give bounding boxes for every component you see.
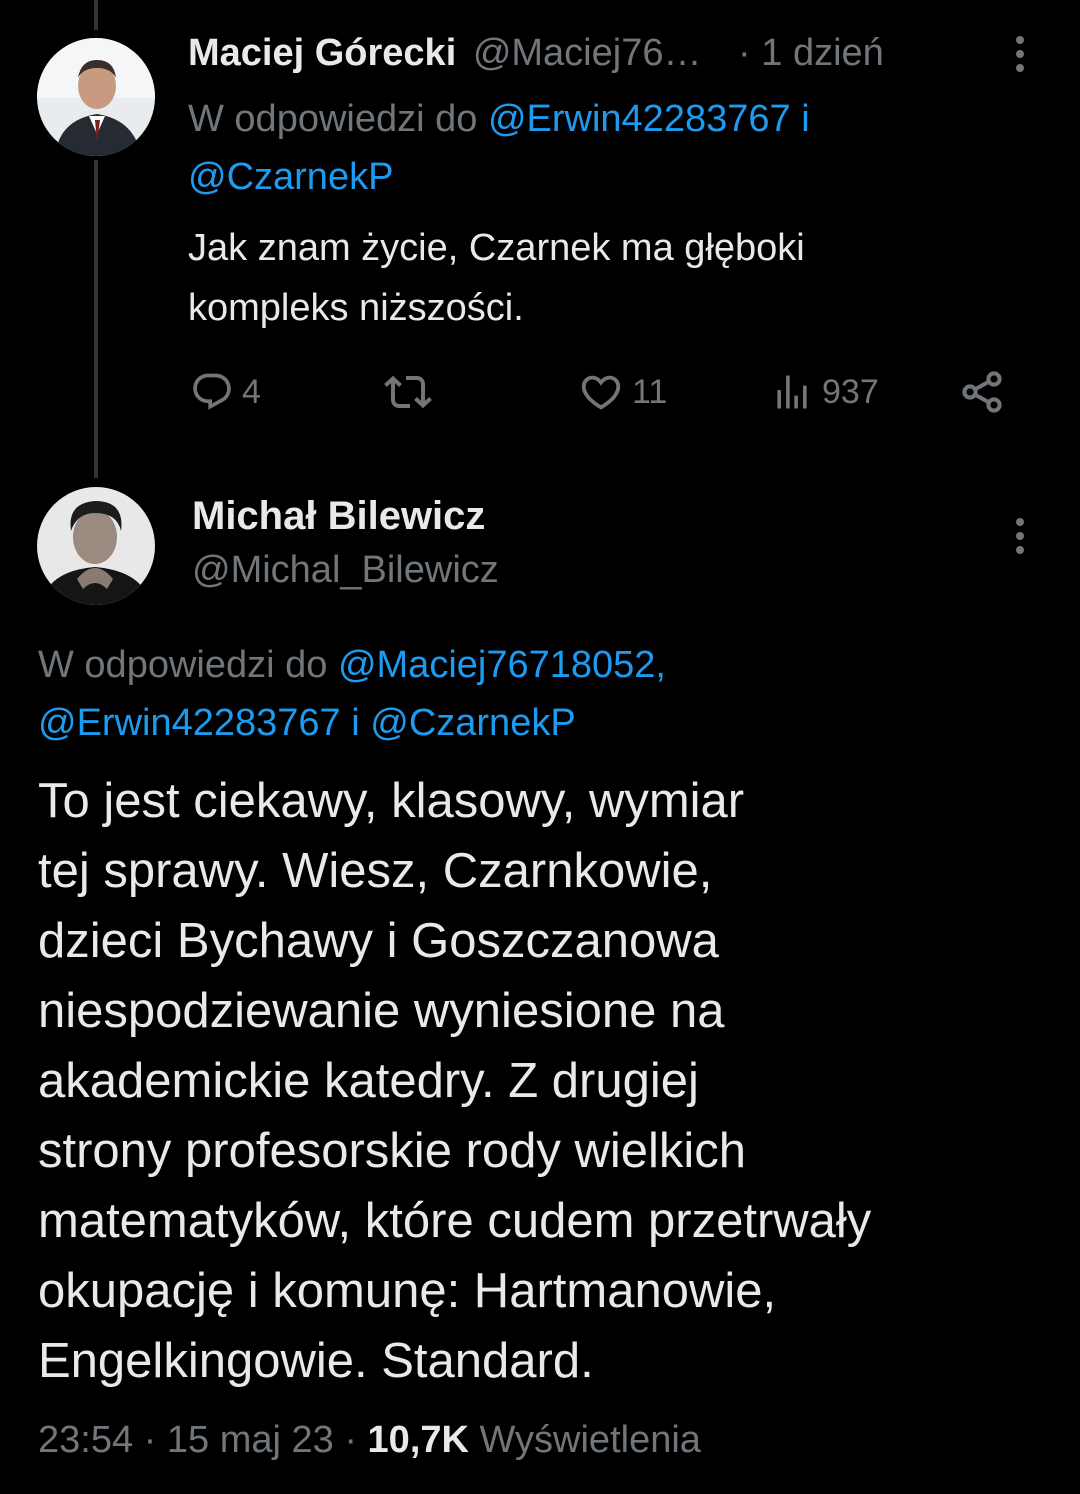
- reply-icon: [193, 373, 231, 410]
- more-icon-dot: [1016, 64, 1024, 72]
- tweet-text-line: strony profesorskie rody wielkich: [38, 1124, 747, 1178]
- thread-line: [94, 160, 98, 478]
- share-icon: [962, 371, 1002, 413]
- replying-to: W odpowiedzi do @Maciej76718052, @Erwin4…: [38, 636, 1038, 752]
- main-tweet-text: To jest ciekawy, klasowy, wymiar tej spr…: [38, 766, 1048, 1396]
- more-options-button[interactable]: [1010, 36, 1030, 72]
- reply-tweet-header: Maciej Górecki @Maciej76… · 1 dzień: [188, 28, 980, 78]
- more-options-button[interactable]: [1010, 518, 1030, 554]
- retweet-icon: [384, 375, 432, 409]
- tweet-text-line: niespodziewanie wyniesione na: [38, 984, 725, 1038]
- author-handle[interactable]: @Maciej76…: [473, 32, 702, 74]
- mention-link[interactable]: @CzarnekP: [370, 702, 575, 744]
- replying-conjunction: i: [351, 702, 360, 744]
- more-icon-dot: [1016, 36, 1024, 44]
- tweet-text-line: tej sprawy. Wiesz, Czarnkowie,: [38, 844, 713, 898]
- tweet-time[interactable]: 23:54: [38, 1419, 133, 1461]
- tweet-text-line: Engelkingowie. Standard.: [38, 1334, 594, 1388]
- avatar-maciej-gorecki[interactable]: [37, 38, 155, 156]
- mention-link[interactable]: @CzarnekP: [188, 156, 393, 198]
- separator-dot: ·: [143, 1419, 157, 1461]
- tweet-text-line: dzieci Bychawy i Goszczanowa: [38, 914, 719, 968]
- reply-button[interactable]: 4: [190, 362, 261, 422]
- replying-to: W odpowiedzi do @Erwin42283767 i @Czarne…: [188, 90, 988, 206]
- separator-dot: ·: [738, 32, 751, 74]
- replying-prefix: W odpowiedzi do: [188, 98, 478, 140]
- more-icon-dot: [1016, 546, 1024, 554]
- tweet-text-line: Jak znam życie, Czarnek ma głęboki: [188, 227, 805, 269]
- avatar-michal-bilewicz[interactable]: [37, 487, 155, 605]
- like-count: 11: [632, 372, 668, 411]
- separator-dot: ·: [344, 1419, 357, 1461]
- more-icon-dot: [1016, 50, 1024, 58]
- thread-line-top: [94, 0, 98, 30]
- avatar-photo-icon: [37, 38, 155, 156]
- views-count[interactable]: 10,7K: [368, 1419, 469, 1461]
- views-button[interactable]: 937: [770, 362, 879, 422]
- author-name[interactable]: Maciej Górecki: [188, 32, 456, 74]
- tweet-meta: 23:54 · 15 maj 23 · 10,7K Wyświetlenia: [38, 1412, 701, 1468]
- tweet-text-line: To jest ciekawy, klasowy, wymiar: [38, 774, 745, 828]
- like-button[interactable]: 11: [578, 362, 667, 422]
- tweet-text-line: okupację i komunę: Hartmanowie,: [38, 1264, 777, 1318]
- views-count: 937: [822, 372, 879, 411]
- retweet-button[interactable]: [384, 362, 440, 422]
- replying-conjunction: i: [801, 98, 810, 140]
- more-icon-dot: [1016, 532, 1024, 540]
- reply-count: 4: [242, 372, 261, 411]
- reply-tweet-text: Jak znam życie, Czarnek ma głęboki kompl…: [188, 218, 988, 338]
- avatar-photo-icon: [37, 487, 155, 605]
- like-icon: [581, 375, 621, 410]
- tweet-actions-bar: 4 11 937: [188, 362, 1018, 422]
- views-icon: [777, 375, 807, 409]
- author-handle[interactable]: @Michal_Bilewicz: [192, 544, 499, 596]
- tweet-text-line: matematyków, które cudem przetrwały: [38, 1194, 872, 1248]
- author-name[interactable]: Michał Bilewicz: [192, 490, 485, 542]
- share-button[interactable]: [958, 362, 1006, 422]
- mention-link[interactable]: @Erwin42283767: [488, 98, 791, 140]
- mention-link[interactable]: @Erwin42283767: [38, 702, 341, 744]
- views-label: Wyświetlenia: [479, 1419, 701, 1461]
- tweet-thread-view: Maciej Górecki @Maciej76… · 1 dzień W od…: [0, 0, 1080, 1494]
- mention-link[interactable]: @Maciej76718052,: [338, 644, 666, 686]
- tweet-date[interactable]: 15 maj 23: [167, 1419, 334, 1461]
- replying-prefix: W odpowiedzi do: [38, 644, 328, 686]
- tweet-time[interactable]: 1 dzień: [761, 32, 884, 74]
- tweet-text-line: akademickie katedry. Z drugiej: [38, 1054, 699, 1108]
- more-icon-dot: [1016, 518, 1024, 526]
- tweet-text-line: kompleks niższości.: [188, 287, 524, 329]
